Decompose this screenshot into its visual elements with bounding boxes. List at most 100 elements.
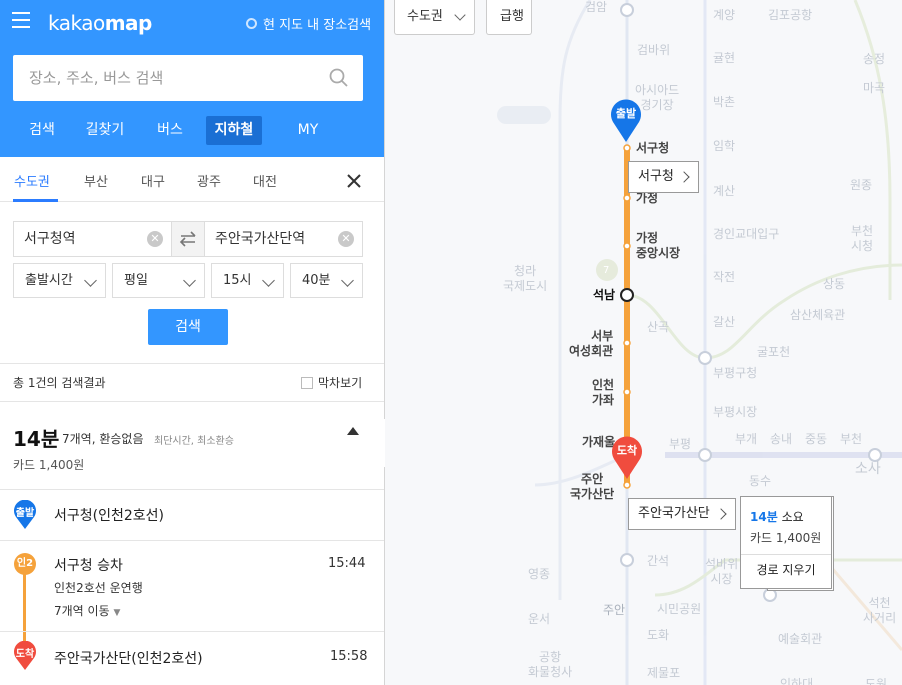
- route-stop: [623, 242, 631, 250]
- divider: [0, 363, 384, 364]
- map-area-search-label: 현 지도 내 장소검색: [263, 18, 372, 33]
- last-train-toggle[interactable]: 막차보기: [301, 374, 362, 391]
- line-badge: 인2: [14, 553, 36, 575]
- divider: [0, 401, 384, 402]
- logo[interactable]: kakaomap: [48, 11, 152, 35]
- origin-marker-label: 출발: [615, 107, 637, 120]
- map-station-label: 귤현: [713, 51, 736, 65]
- origin-marker[interactable]: 출발: [610, 98, 642, 142]
- divider: [0, 540, 384, 541]
- map-station-label: 석천 사거리: [863, 596, 897, 625]
- clear-destination-icon[interactable]: ✕: [338, 231, 354, 247]
- route-station-label[interactable]: 석남: [593, 288, 615, 303]
- trip-detail: 7개역, 환승없음: [62, 432, 144, 446]
- end-time: 15:58: [330, 649, 368, 664]
- route-station-label[interactable]: 서부 여성회관: [569, 329, 613, 359]
- map-station-label: 갈산: [713, 315, 736, 329]
- route-station-label[interactable]: 주안 국가산단: [570, 472, 614, 502]
- trip-tags: 최단시간, 최소환승: [154, 436, 234, 447]
- origin-callout[interactable]: 서구청: [628, 161, 699, 193]
- route-stop: [623, 481, 631, 489]
- destination-value: 주안국가산단역: [215, 231, 306, 247]
- map-station-label: 영종: [528, 567, 551, 581]
- route-station-label[interactable]: 서구청: [636, 141, 669, 156]
- map-station-label: 시민공원: [657, 602, 702, 616]
- divider: [0, 489, 384, 490]
- last-train-checkbox[interactable]: [301, 376, 313, 389]
- origin-callout-label: 서구청: [638, 169, 674, 184]
- destination-marker[interactable]: 도착: [611, 435, 643, 479]
- route-inputs: 서구청역 ✕ 주안국가산단역 ✕: [13, 221, 363, 257]
- tab-directions[interactable]: 길찾기: [82, 116, 128, 145]
- route-search-button[interactable]: 검색: [148, 309, 228, 345]
- end-station[interactable]: 주안국가산단(인천2호선): [54, 648, 203, 668]
- chevron-down-icon: [454, 9, 466, 21]
- time-type-value: 출발시간: [25, 273, 73, 288]
- region-tab-capital[interactable]: 수도권: [14, 171, 50, 190]
- map-station-label: 소사: [855, 461, 881, 477]
- header: kakaomap 현 지도 내 장소검색 검색 길찾기 버스 지하철 MY: [0, 0, 384, 157]
- stops-toggle[interactable]: 7개역 이동 ▼: [54, 602, 120, 619]
- start-station[interactable]: 서구청(인천2호선): [54, 505, 164, 525]
- main-nav: 검색 길찾기 버스 지하철 MY: [0, 116, 384, 145]
- search-input[interactable]: [27, 68, 329, 88]
- search-icon[interactable]: [329, 68, 349, 88]
- swap-button[interactable]: [171, 222, 205, 256]
- region-tab-gwangju[interactable]: 광주: [197, 171, 221, 190]
- hour-select[interactable]: 15시: [211, 263, 284, 298]
- stops-text: 7개역 이동: [54, 604, 110, 618]
- map-station-label: 부평: [669, 437, 692, 451]
- day-type-value: 평일: [124, 273, 148, 288]
- map-station-label: 송내: [770, 432, 793, 446]
- origin-field[interactable]: 서구청역 ✕: [14, 222, 171, 256]
- route-station-label[interactable]: 가정 중앙시장: [636, 231, 680, 261]
- route-info-popup: 14분 소요 카드 1,400원 경로 지우기: [740, 496, 832, 589]
- map-line-bg: [853, 0, 892, 300]
- swap-icon: [179, 231, 196, 247]
- region-tab-daejeon[interactable]: 대전: [253, 171, 277, 190]
- end-badge: 도착: [15, 649, 35, 660]
- map-station-label: 공항 화물청사: [528, 650, 573, 679]
- tab-search[interactable]: 검색: [28, 116, 56, 145]
- info-duration: 14분: [750, 510, 778, 524]
- region-tab-busan[interactable]: 부산: [84, 171, 108, 190]
- time-type-select[interactable]: 출발시간: [13, 263, 106, 298]
- map-station-label: 박촌: [713, 95, 736, 109]
- sidebar-panel: kakaomap 현 지도 내 장소검색 검색 길찾기 버스 지하철 MY 수도…: [0, 0, 385, 685]
- map-region-select[interactable]: 수도권: [394, 0, 475, 35]
- trip-fare: 카드 1,400원: [13, 458, 85, 472]
- express-toggle[interactable]: 급행: [486, 0, 532, 35]
- collapse-icon[interactable]: [347, 427, 359, 435]
- destination-callout-label: 주안국가산단: [638, 506, 710, 521]
- minute-select[interactable]: 40분: [290, 263, 363, 298]
- map-station-label: 경인교대입구: [713, 227, 780, 241]
- tab-my[interactable]: MY: [296, 116, 320, 145]
- line-info: 인천2호선 운연행: [54, 581, 143, 595]
- logo-suffix: map: [104, 11, 153, 35]
- chevron-down-icon: [262, 274, 275, 287]
- map-station-label: 운서: [528, 612, 551, 626]
- clear-route-button[interactable]: 경로 지우기: [741, 555, 831, 588]
- chevron-right-icon: [678, 171, 690, 183]
- map-area-search-toggle[interactable]: 현 지도 내 장소검색: [246, 14, 371, 33]
- chevron-right-icon: [715, 508, 727, 520]
- destination-callout[interactable]: 주안국가산단: [628, 498, 736, 530]
- menu-icon[interactable]: [12, 12, 30, 28]
- tab-subway[interactable]: 지하철: [206, 116, 262, 145]
- region-tabs: 수도권 부산 대구 광주 대전: [0, 157, 384, 202]
- close-icon[interactable]: [345, 172, 363, 190]
- region-tab-daegu[interactable]: 대구: [141, 171, 165, 190]
- chevron-down-icon: [84, 274, 97, 287]
- destination-field[interactable]: 주안국가산단역 ✕: [205, 222, 362, 256]
- map-station-label: 부천 시청: [851, 224, 874, 253]
- tab-bus[interactable]: 버스: [156, 116, 184, 145]
- clear-origin-icon[interactable]: ✕: [147, 231, 163, 247]
- map-station-label: 원종: [850, 178, 873, 192]
- divider: [0, 631, 384, 632]
- route-station-label[interactable]: 인천 가좌: [592, 378, 614, 408]
- route-station-label[interactable]: 가정: [636, 191, 658, 206]
- board-step: 서구청 승차: [54, 558, 123, 574]
- map-station-label: 부개: [735, 432, 758, 446]
- day-type-select[interactable]: 평일: [112, 263, 205, 298]
- board-time: 15:44: [328, 556, 366, 571]
